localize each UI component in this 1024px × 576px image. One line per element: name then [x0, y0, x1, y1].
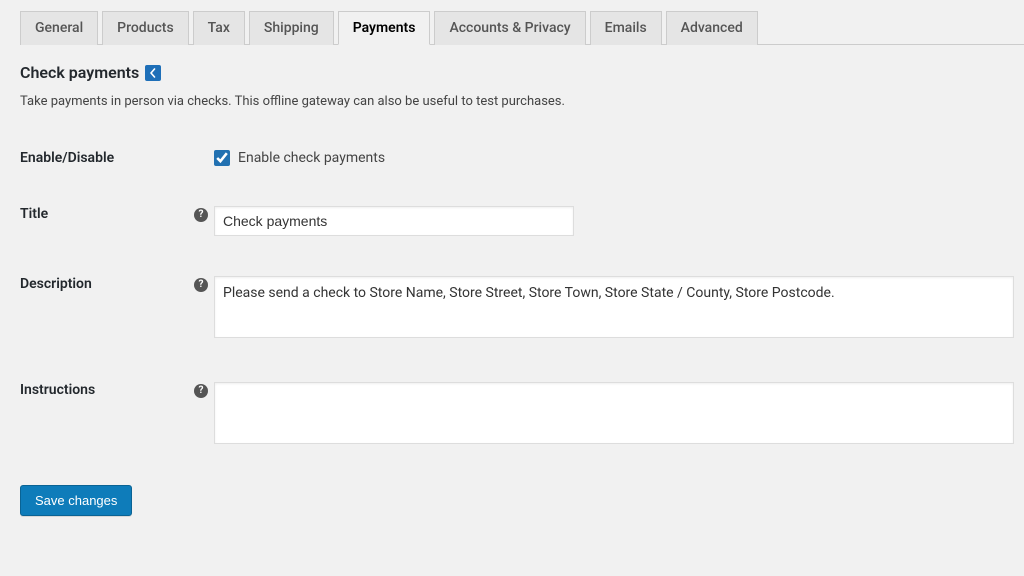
enable-checkbox[interactable]: [214, 150, 230, 166]
tab-advanced[interactable]: Advanced: [666, 11, 758, 45]
enable-label: Enable/Disable: [20, 135, 194, 191]
enable-checkbox-label: Enable check payments: [238, 150, 385, 166]
instructions-label: Instructions: [20, 367, 194, 473]
help-icon[interactable]: ?: [194, 208, 208, 222]
help-icon[interactable]: ?: [194, 278, 208, 292]
section-title: Check payments: [20, 63, 1024, 82]
description-label: Description: [20, 261, 194, 367]
settings-tabs: General Products Tax Shipping Payments A…: [20, 10, 1024, 45]
tab-payments[interactable]: Payments: [338, 11, 431, 45]
tab-accounts-privacy[interactable]: Accounts & Privacy: [434, 11, 585, 45]
tab-tax[interactable]: Tax: [193, 11, 245, 45]
instructions-textarea[interactable]: [214, 382, 1014, 444]
tab-shipping[interactable]: Shipping: [249, 11, 334, 45]
tab-emails[interactable]: Emails: [590, 11, 662, 45]
description-textarea[interactable]: [214, 276, 1014, 338]
enable-checkbox-wrap[interactable]: Enable check payments: [214, 150, 1014, 166]
back-icon[interactable]: [145, 65, 161, 81]
help-icon[interactable]: ?: [194, 384, 208, 398]
tab-products[interactable]: Products: [102, 11, 189, 45]
section-description: Take payments in person via checks. This…: [20, 94, 1024, 109]
tab-general[interactable]: General: [20, 11, 98, 45]
save-button[interactable]: Save changes: [20, 485, 132, 516]
title-input[interactable]: [214, 206, 574, 236]
title-label: Title: [20, 191, 194, 261]
section-title-text: Check payments: [20, 63, 139, 82]
